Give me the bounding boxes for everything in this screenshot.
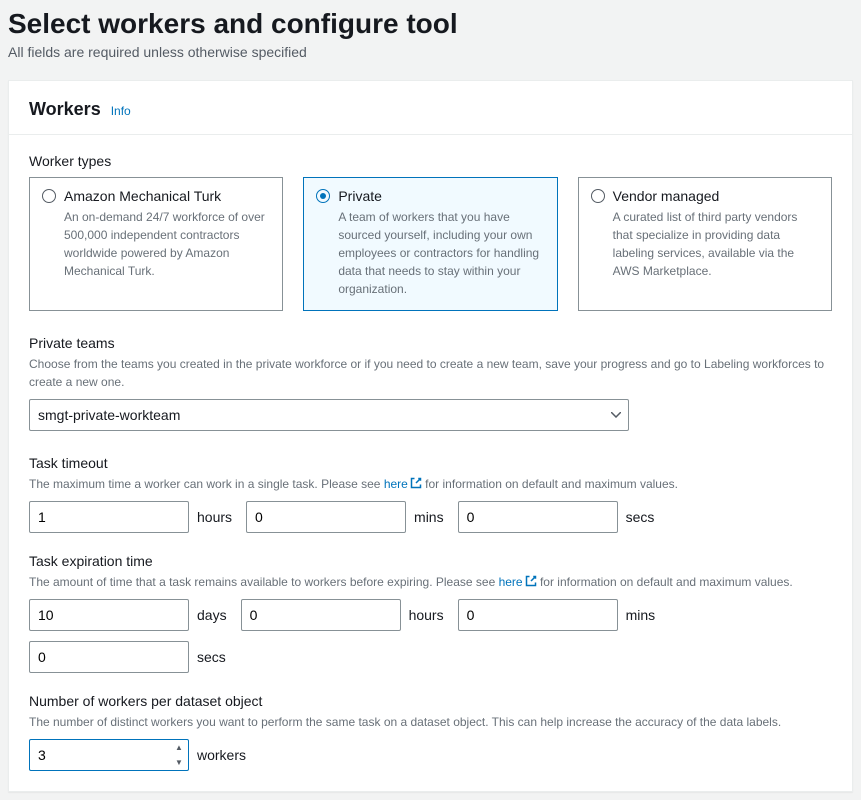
workers-per-object-input[interactable] <box>29 739 189 771</box>
stepper-down-button[interactable]: ▼ <box>170 755 188 770</box>
worker-type-vendor-managed[interactable]: Vendor managed A curated list of third p… <box>578 177 832 311</box>
radio-title: Private <box>338 188 382 204</box>
private-teams-select[interactable]: smgt-private-workteam <box>29 399 629 431</box>
panel-heading: Workers <box>29 99 101 120</box>
unit-label: days <box>197 607 227 623</box>
task-expiration-label: Task expiration time <box>29 553 832 569</box>
task-timeout-label: Task timeout <box>29 455 832 471</box>
radio-title: Vendor managed <box>613 188 720 204</box>
task-timeout-help: The maximum time a worker can work in a … <box>29 475 832 493</box>
worker-types-label: Worker types <box>29 153 832 169</box>
unit-label: workers <box>197 747 246 763</box>
task-expiration-days-input[interactable] <box>29 599 189 631</box>
task-timeout-hours-input[interactable] <box>29 501 189 533</box>
radio-icon <box>316 189 330 203</box>
unit-label: mins <box>626 607 656 623</box>
task-timeout-secs-input[interactable] <box>458 501 618 533</box>
worker-type-mechanical-turk[interactable]: Amazon Mechanical Turk An on-demand 24/7… <box>29 177 283 311</box>
radio-description: An on-demand 24/7 workforce of over 500,… <box>64 208 270 280</box>
radio-description: A team of workers that you have sourced … <box>338 208 544 298</box>
external-link-icon <box>410 477 422 489</box>
task-expiration-help-link[interactable]: here <box>499 575 537 589</box>
select-value: smgt-private-workteam <box>38 407 180 423</box>
worker-types-group: Amazon Mechanical Turk An on-demand 24/7… <box>29 177 832 311</box>
workers-per-object-help: The number of distinct workers you want … <box>29 713 832 731</box>
task-expiration-hours-input[interactable] <box>241 599 401 631</box>
task-timeout-help-link[interactable]: here <box>384 477 422 491</box>
page-subtitle: All fields are required unless otherwise… <box>8 44 853 60</box>
info-link[interactable]: Info <box>111 104 131 118</box>
task-expiration-help: The amount of time that a task remains a… <box>29 573 832 591</box>
private-teams-help: Choose from the teams you created in the… <box>29 355 832 391</box>
unit-label: hours <box>197 509 232 525</box>
external-link-icon <box>525 575 537 587</box>
unit-label: secs <box>197 649 226 665</box>
radio-icon <box>42 189 56 203</box>
task-timeout-mins-input[interactable] <box>246 501 406 533</box>
page-title: Select workers and configure tool <box>8 8 853 40</box>
unit-label: secs <box>626 509 655 525</box>
radio-icon <box>591 189 605 203</box>
unit-label: hours <box>409 607 444 623</box>
worker-type-private[interactable]: Private A team of workers that you have … <box>303 177 557 311</box>
private-teams-label: Private teams <box>29 335 832 351</box>
workers-panel: Workers Info Worker types Amazon Mechani… <box>8 80 853 792</box>
radio-title: Amazon Mechanical Turk <box>64 188 221 204</box>
stepper-up-button[interactable]: ▲ <box>170 740 188 755</box>
radio-description: A curated list of third party vendors th… <box>613 208 819 280</box>
workers-per-object-label: Number of workers per dataset object <box>29 693 832 709</box>
task-expiration-mins-input[interactable] <box>458 599 618 631</box>
unit-label: mins <box>414 509 444 525</box>
task-expiration-secs-input[interactable] <box>29 641 189 673</box>
